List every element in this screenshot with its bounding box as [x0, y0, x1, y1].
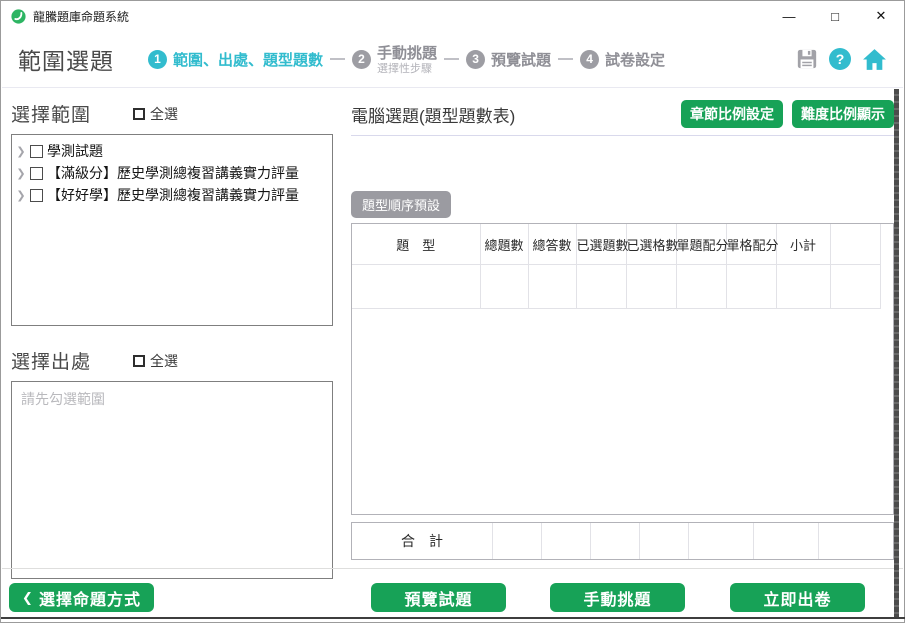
range-select-all-checkbox[interactable] — [133, 108, 145, 120]
save-icon[interactable] — [796, 48, 818, 70]
header-icons: ? — [796, 48, 887, 71]
question-type-table-container: 題 型 總題數 總答數 已選題數 已選格數 單題配分 單格配分 小計 — [351, 223, 894, 515]
step-4-paper-settings[interactable]: 4 試卷設定 — [580, 49, 665, 70]
maximize-icon[interactable]: □ — [812, 1, 858, 31]
range-tree-item[interactable]: ❯ 【滿級分】歷史學測總複習講義實力評量 — [14, 162, 330, 184]
step-3-preview[interactable]: 3 預覽試題 — [466, 49, 551, 70]
background-window-top-edge — [1, 617, 905, 619]
col-question-type: 題 型 — [352, 224, 480, 265]
app-window: 龍騰題庫命題系統 — □ ✕ 範圍選題 1 範圍、出處、題型題數 2 手動挑題 … — [0, 0, 905, 623]
total-row: 合 計 — [351, 522, 894, 560]
total-label: 合 計 — [352, 523, 493, 559]
computer-pick-header: 電腦選題(題型題數表) 章節比例設定 難度比例顯示 — [351, 100, 894, 128]
step-connector — [444, 58, 459, 60]
close-icon[interactable]: ✕ — [858, 1, 904, 31]
chevron-left-icon: ❮ — [22, 590, 34, 606]
total-cell — [689, 523, 754, 559]
range-tree-item[interactable]: ❯ 學測試題 — [14, 140, 330, 162]
preview-questions-button[interactable]: 預覽試題 — [371, 583, 506, 612]
range-item-label: 【滿級分】歷史學測總複習講義實力評量 — [47, 163, 299, 183]
total-cell — [640, 523, 689, 559]
col-subtotal: 小計 — [776, 224, 830, 265]
col-points-per-blank: 單格配分 — [726, 224, 776, 265]
help-icon[interactable]: ? — [829, 48, 851, 70]
step-4-number: 4 — [580, 50, 599, 69]
step-2-label: 手動挑題 — [377, 42, 437, 63]
total-cell — [591, 523, 640, 559]
range-item-checkbox[interactable] — [30, 167, 43, 180]
col-total-answers: 總答數 — [528, 224, 576, 265]
table-empty-row — [352, 265, 880, 309]
window-controls: — □ ✕ — [766, 1, 904, 31]
step-1-range[interactable]: 1 範圍、出處、題型題數 — [148, 49, 323, 70]
type-order-preset-button[interactable]: 題型順序預設 — [351, 191, 451, 218]
app-logo-icon — [10, 8, 27, 25]
range-section-title: 選擇範圍 — [11, 100, 91, 127]
range-section-header: 選擇範圍 全選 — [11, 100, 333, 127]
right-panel: 電腦選題(題型題數表) 章節比例設定 難度比例顯示 題型順序預設 題 型 總題數… — [351, 100, 894, 560]
total-cell — [754, 523, 819, 559]
manual-pick-button[interactable]: 手動挑題 — [550, 583, 685, 612]
background-window-edge — [894, 89, 899, 617]
source-select-all-label: 全選 — [150, 351, 178, 371]
chevron-right-icon[interactable]: ❯ — [14, 145, 28, 158]
step-connector — [330, 58, 345, 60]
stepper: 1 範圍、出處、題型題數 2 手動挑題 選擇性步驟 3 預覽試題 4 試卷設定 — [148, 42, 665, 75]
range-item-label: 學測試題 — [47, 141, 103, 161]
range-item-checkbox[interactable] — [30, 145, 43, 158]
page-title: 範圍選題 — [18, 42, 114, 76]
left-panel: 選擇範圍 全選 ❯ 學測試題 ❯ 【滿級分】歷史學測總複習講義實力評量 ❯ 【好… — [11, 100, 333, 579]
step-2-manual-pick[interactable]: 2 手動挑題 選擇性步驟 — [352, 42, 437, 75]
source-list: 請先勾選範圍 — [11, 381, 333, 579]
bottom-separator — [2, 568, 903, 569]
page-header: 範圍選題 1 範圍、出處、題型題數 2 手動挑題 選擇性步驟 3 預覽試題 4 — [2, 31, 903, 88]
col-selected-questions: 已選題數 — [576, 224, 626, 265]
step-2-number: 2 — [352, 50, 371, 69]
panel-separator — [351, 135, 894, 136]
step-3-number: 3 — [466, 50, 485, 69]
step-4-label: 試卷設定 — [605, 49, 665, 70]
range-item-label: 【好好學】歷史學測總複習講義實力評量 — [47, 185, 299, 205]
total-cell — [542, 523, 591, 559]
step-1-label: 範圍、出處、題型題數 — [173, 49, 323, 70]
source-section-title: 選擇出處 — [11, 347, 91, 374]
back-to-mode-button[interactable]: ❮ 選擇命題方式 — [9, 583, 154, 612]
col-points-per-question: 單題配分 — [676, 224, 726, 265]
generate-paper-button[interactable]: 立即出卷 — [730, 583, 865, 612]
col-total-questions: 總題數 — [480, 224, 528, 265]
question-type-table: 題 型 總題數 總答數 已選題數 已選格數 單題配分 單格配分 小計 — [352, 224, 881, 309]
app-title: 龍騰題庫命題系統 — [33, 8, 129, 25]
step-2-sublabel: 選擇性步驟 — [377, 63, 437, 75]
chapter-ratio-button[interactable]: 章節比例設定 — [681, 100, 783, 128]
chevron-right-icon[interactable]: ❯ — [14, 167, 28, 180]
range-item-checkbox[interactable] — [30, 189, 43, 202]
range-select-all-label: 全選 — [150, 104, 178, 124]
source-section-header: 選擇出處 全選 — [11, 347, 333, 374]
range-tree: ❯ 學測試題 ❯ 【滿級分】歷史學測總複習講義實力評量 ❯ 【好好學】歷史學測總… — [11, 134, 333, 326]
col-extra — [830, 224, 880, 265]
step-1-number: 1 — [148, 50, 167, 69]
step-3-label: 預覽試題 — [491, 49, 551, 70]
minimize-icon[interactable]: — — [766, 1, 812, 31]
chevron-right-icon[interactable]: ❯ — [14, 189, 28, 202]
table-header-row: 題 型 總題數 總答數 已選題數 已選格數 單題配分 單格配分 小計 — [352, 224, 880, 265]
col-selected-blanks: 已選格數 — [626, 224, 676, 265]
range-tree-item[interactable]: ❯ 【好好學】歷史學測總複習講義實力評量 — [14, 184, 330, 206]
difficulty-ratio-button[interactable]: 難度比例顯示 — [792, 100, 894, 128]
source-placeholder-text: 請先勾選範圍 — [21, 391, 105, 407]
range-select-all[interactable]: 全選 — [133, 104, 178, 124]
step-connector — [558, 58, 573, 60]
computer-pick-title: 電腦選題(題型題數表) — [351, 102, 515, 127]
titlebar: 龍騰題庫命題系統 — □ ✕ — [1, 1, 904, 31]
total-cell — [493, 523, 542, 559]
source-select-all[interactable]: 全選 — [133, 351, 178, 371]
total-cell — [819, 523, 893, 559]
source-select-all-checkbox[interactable] — [133, 355, 145, 367]
back-button-label: 選擇命題方式 — [39, 586, 141, 610]
home-icon[interactable] — [862, 48, 887, 71]
